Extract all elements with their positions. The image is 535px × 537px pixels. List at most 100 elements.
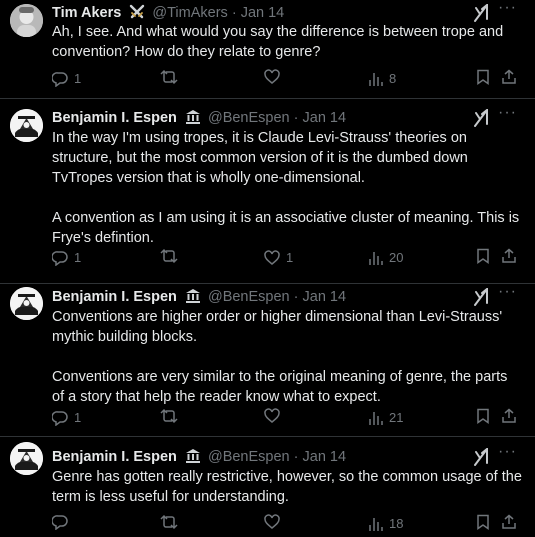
tweet-paragraph: Conventions are very similar to the orig… (52, 369, 508, 405)
more-icon[interactable]: ··· (498, 282, 517, 302)
tweet-2[interactable]: Benjamin I. Espen @BenEspen · Jan 14 ···… (0, 283, 535, 436)
views-button[interactable]: 8 (369, 69, 396, 89)
avatar[interactable] (10, 442, 43, 475)
views-icon (369, 71, 383, 87)
share-button[interactable] (501, 248, 517, 264)
reply-icon (52, 71, 68, 87)
heart-icon (264, 69, 280, 85)
reply-button[interactable]: 1 (52, 248, 81, 268)
tweet-paragraph: Conventions are higher order or higher d… (52, 309, 503, 345)
tweet-actions: 1 1 20 (52, 248, 522, 268)
separator-dot: · (293, 289, 299, 305)
avatar[interactable] (10, 4, 43, 37)
share-icon (501, 69, 517, 85)
views-icon (369, 516, 383, 532)
post-date[interactable]: Jan 14 (303, 110, 347, 126)
share-button[interactable] (501, 69, 517, 85)
like-button[interactable] (264, 69, 286, 85)
tweet-actions: 18 (52, 514, 522, 534)
tweet-1[interactable]: Benjamin I. Espen @BenEspen · Jan 14 ···… (0, 99, 535, 283)
tweet-header: Benjamin I. Espen @BenEspen · Jan 14 ··· (52, 104, 525, 128)
more-icon[interactable]: ··· (498, 103, 517, 123)
author-name[interactable]: Benjamin I. Espen (52, 110, 177, 126)
views-button[interactable]: 20 (369, 248, 403, 268)
views-icon (369, 250, 383, 266)
reply-icon (52, 514, 68, 530)
bookmark-button[interactable] (476, 248, 490, 264)
repost-icon (160, 69, 178, 85)
tweet-paragraph: A convention as I am using it is an asso… (52, 210, 520, 246)
tweet-text: Ah, I see. And what would you say the di… (52, 22, 522, 62)
share-icon (501, 248, 517, 264)
bookmark-icon (476, 248, 490, 264)
like-count: 1 (286, 250, 294, 265)
bookmark-button[interactable] (476, 69, 490, 85)
author-handle[interactable]: @BenEspen (208, 110, 290, 126)
separator-dot: · (293, 449, 299, 465)
tweet-text: Conventions are higher order or higher d… (52, 307, 522, 407)
post-date[interactable]: Jan 14 (303, 449, 347, 465)
reply-button[interactable]: 1 (52, 408, 81, 428)
repost-icon (160, 248, 178, 264)
separator-dot: · (293, 110, 299, 126)
tweet-paragraph: Ah, I see. And what would you say the di… (52, 24, 504, 60)
author-handle[interactable]: @BenEspen (208, 289, 290, 305)
reply-count: 1 (74, 250, 82, 265)
bookmark-icon (476, 69, 490, 85)
bookmark-button[interactable] (476, 408, 490, 424)
separator-dot: · (231, 5, 237, 21)
tweet-text: In the way I'm using tropes, it is Claud… (52, 128, 522, 248)
avatar[interactable] (10, 287, 43, 320)
author-name[interactable]: Benjamin I. Espen (52, 449, 177, 465)
share-button[interactable] (501, 514, 517, 530)
avatar[interactable] (10, 109, 43, 142)
repost-button[interactable] (160, 514, 184, 530)
more-icon[interactable]: ··· (498, 0, 517, 18)
repost-button[interactable] (160, 69, 184, 85)
tweet-header: Benjamin I. Espen @BenEspen · Jan 14 ··· (52, 283, 525, 307)
repost-icon (160, 514, 178, 530)
reply-button[interactable]: 1 (52, 69, 81, 89)
author-handle[interactable]: @TimAkers (152, 5, 227, 21)
views-button[interactable]: 21 (369, 408, 403, 428)
post-date[interactable]: Jan 14 (241, 5, 285, 21)
tweet-text: Genre has gotten really restrictive, how… (52, 467, 522, 507)
post-date[interactable]: Jan 14 (303, 289, 347, 305)
like-button[interactable] (264, 408, 286, 424)
views-button[interactable]: 18 (369, 514, 403, 534)
views-count: 20 (389, 250, 404, 265)
heart-icon (264, 408, 280, 424)
share-button[interactable] (501, 408, 517, 424)
reply-icon (52, 410, 68, 426)
bookmark-button[interactable] (476, 514, 490, 530)
views-count: 18 (389, 516, 404, 531)
tweet-3[interactable]: Benjamin I. Espen @BenEspen · Jan 14 ···… (0, 437, 535, 537)
tweet-actions: 1 8 (52, 69, 522, 89)
bookmark-icon (476, 408, 490, 424)
reply-count: 1 (74, 410, 82, 425)
repost-button[interactable] (160, 408, 184, 424)
tweet-header: Benjamin I. Espen @BenEspen · Jan 14 ··· (52, 443, 525, 467)
bookmark-icon (476, 514, 490, 530)
tweet-header: Tim Akers @TimAkers · Jan 14 ··· (52, 0, 525, 23)
reply-button[interactable] (52, 514, 74, 530)
views-count: 21 (389, 410, 404, 425)
author-name[interactable]: Benjamin I. Espen (52, 289, 177, 305)
author-name[interactable]: Tim Akers (52, 5, 121, 21)
reply-icon (52, 250, 68, 266)
reply-count: 1 (74, 71, 82, 86)
like-button[interactable]: 1 (264, 248, 293, 268)
heart-icon (264, 514, 280, 530)
repost-button[interactable] (160, 248, 184, 264)
tweet-paragraph: In the way I'm using tropes, it is Claud… (52, 130, 468, 186)
tweet-paragraph: Genre has gotten really restrictive, how… (52, 469, 522, 505)
like-button[interactable] (264, 514, 286, 530)
tweet-actions: 1 21 (52, 408, 522, 428)
more-icon[interactable]: ··· (498, 442, 517, 462)
tweet-0[interactable]: Tim Akers @TimAkers · Jan 14 ··· Ah, I s… (0, 0, 535, 98)
share-icon (501, 408, 517, 424)
author-handle[interactable]: @BenEspen (208, 449, 290, 465)
repost-icon (160, 408, 178, 424)
heart-icon (264, 250, 280, 266)
views-count: 8 (389, 71, 397, 86)
